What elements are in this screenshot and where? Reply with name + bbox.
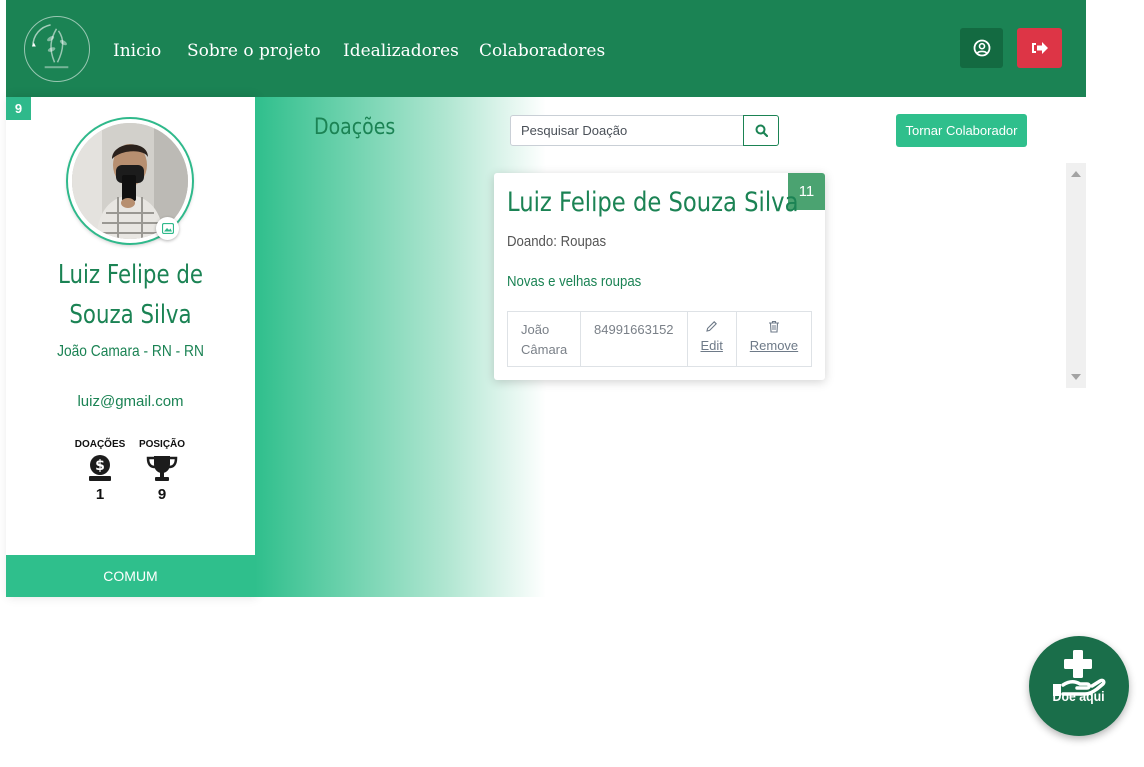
stat-donations-label: DOAÇÕES (74, 439, 126, 450)
trophy-icon (146, 456, 178, 481)
search-input[interactable] (510, 115, 744, 146)
donation-phone: 84991663152 (581, 312, 688, 366)
donation-city: João Câmara (508, 312, 581, 366)
edit-button[interactable]: Edit (688, 312, 737, 366)
search-icon (755, 124, 768, 137)
stat-position-label: POSIÇÃO (138, 439, 186, 450)
profile-email: luiz@gmail.com (77, 393, 184, 410)
donor-name: Luiz Felipe de Souza Silva (507, 187, 799, 218)
donation-type: Doando: Roupas (507, 233, 607, 250)
svg-text:$: $ (95, 458, 105, 474)
donate-fab-button[interactable]: Doe aqui (1029, 636, 1129, 736)
nav-link-sobre[interactable]: Sobre o projeto (187, 41, 321, 61)
profile-button[interactable] (960, 28, 1003, 68)
stat-position-value: 9 (157, 486, 167, 503)
donation-coin-icon: $ (89, 455, 111, 481)
logout-button[interactable] (1017, 28, 1062, 68)
user-circle-icon (973, 39, 990, 57)
camera-icon (161, 223, 174, 234)
stat-donations-value: 1 (95, 486, 105, 503)
user-role-bar: COMUM (6, 555, 255, 597)
profile-location: João Camara - RN - RN (57, 343, 204, 360)
search-button[interactable] (743, 115, 779, 146)
pencil-icon (706, 321, 718, 332)
scroll-up-arrow[interactable] (1071, 171, 1081, 177)
nav-link-inicio[interactable]: Inicio (113, 41, 161, 61)
stat-position: POSIÇÃO 9 (131, 439, 193, 503)
edit-label[interactable]: Edit (701, 336, 723, 356)
donation-details-table: João Câmara 84991663152 Edit Remove (507, 311, 812, 367)
nav-link-colaboradores[interactable]: Colaboradores (479, 41, 605, 61)
donation-card: 11 Luiz Felipe de Souza Silva Doando: Ro… (494, 173, 825, 380)
sign-out-icon (1031, 42, 1048, 54)
donations-scrollbar[interactable] (1066, 163, 1086, 388)
top-navbar: Inicio Sobre o projeto Idealizadores Col… (6, 0, 1086, 97)
donation-city-line1: João (521, 322, 550, 337)
donation-description: Novas e velhas roupas (507, 273, 642, 290)
nav-link-idealizadores[interactable]: Idealizadores (343, 41, 459, 61)
trash-icon (768, 320, 779, 333)
donation-city-line2: Câmara (521, 342, 568, 357)
logo[interactable] (24, 16, 90, 82)
profile-name: Luiz Felipe de Souza Silva (57, 260, 204, 330)
stat-donations: DOAÇÕES $ 1 (69, 439, 131, 503)
profile-sidebar: 9 Luiz Felipe de Souza Silva João Camara… (6, 97, 255, 597)
fab-label: Doe aqui (1052, 688, 1106, 704)
rank-badge: 9 (6, 97, 31, 120)
page-title: Doações (314, 115, 396, 140)
scroll-down-arrow[interactable] (1071, 374, 1081, 380)
change-photo-button[interactable] (156, 217, 179, 240)
remove-button[interactable]: Remove (737, 312, 811, 366)
become-collaborator-button[interactable]: Tornar Colaborador (896, 114, 1027, 147)
remove-label[interactable]: Remove (750, 336, 798, 356)
